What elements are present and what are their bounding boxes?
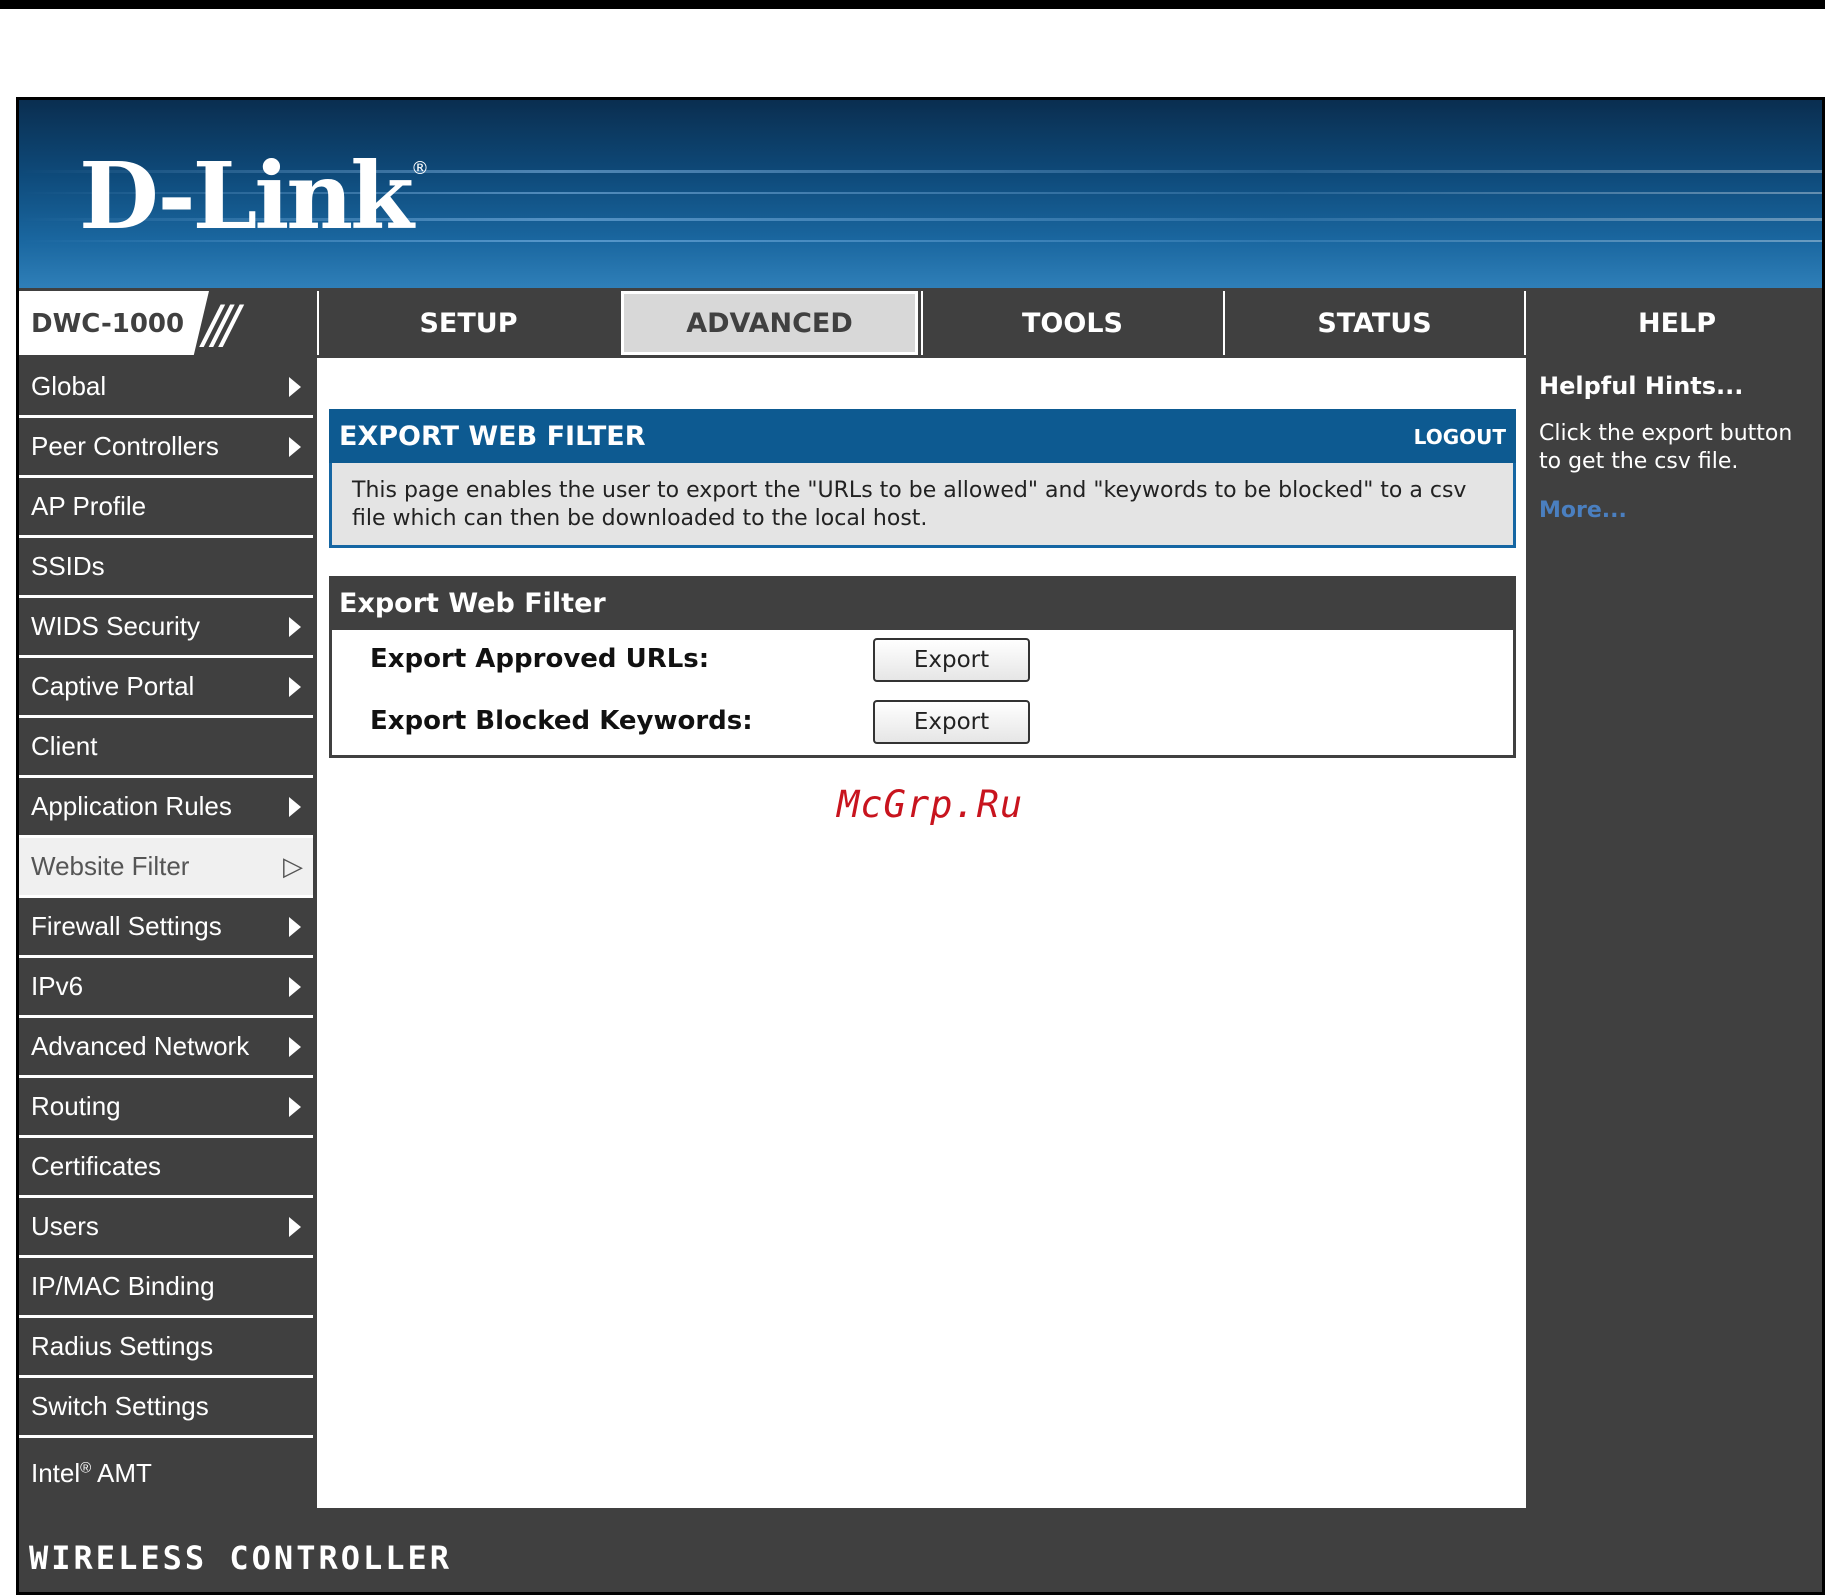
sidebar-item-label: IP/MAC Binding xyxy=(31,1271,215,1301)
sidebar-item-captive-portal[interactable]: Captive Portal xyxy=(19,658,313,715)
sidebar-item-peer-controllers[interactable]: Peer Controllers xyxy=(19,418,313,475)
arrow-right-icon xyxy=(289,976,301,997)
model-badge: DWC-1000 /// xyxy=(19,291,317,355)
sidebar-item-label: Captive Portal xyxy=(31,671,195,701)
top-border xyxy=(0,0,1825,9)
footer-brand-text: WIRELESS CONTROLLER xyxy=(29,1539,453,1577)
footer: WIRELESS CONTROLLER xyxy=(19,1514,1822,1592)
tab-help[interactable]: HELP xyxy=(1524,291,1822,355)
sidebar-item-label: Application Rules xyxy=(31,791,232,821)
arrow-right-icon xyxy=(289,676,301,697)
arrow-right-icon xyxy=(289,1036,301,1057)
arrow-right-icon xyxy=(289,376,301,397)
model-label: DWC-1000 xyxy=(31,309,185,339)
header-banner: D-Link® xyxy=(19,100,1822,288)
sidebar-item-label: IPv6 xyxy=(31,971,84,1001)
help-more-link[interactable]: More... xyxy=(1539,498,1627,523)
page-description: This page enables the user to export the… xyxy=(329,463,1516,548)
sidebar-item-label: Website Filter xyxy=(31,851,190,881)
tab-status[interactable]: STATUS xyxy=(1223,291,1524,355)
sidebar-item-radius-settings[interactable]: Radius Settings xyxy=(19,1318,313,1375)
sidebar-item-advanced-network[interactable]: Advanced Network xyxy=(19,1018,313,1075)
sidebar-item-label: Switch Settings xyxy=(31,1391,209,1421)
sidebar-item-users[interactable]: Users xyxy=(19,1198,313,1255)
arrow-right-icon xyxy=(289,1096,301,1117)
arrow-right-icon xyxy=(289,796,301,817)
sidebar-item-label: Certificates xyxy=(31,1151,162,1181)
sidebar-item-ap-profile[interactable]: AP Profile xyxy=(19,478,313,535)
panel-title: EXPORT WEB FILTER LOGOUT xyxy=(329,409,1516,463)
export-approved-urls-button[interactable]: Export xyxy=(873,638,1030,682)
arrow-right-outline-icon: ▷ xyxy=(283,850,303,881)
sidebar-item-ip-mac-binding[interactable]: IP/MAC Binding xyxy=(19,1258,313,1315)
arrow-right-icon xyxy=(289,616,301,637)
router-admin-window: D-Link® DWC-1000 /// SETUP ADVANCED TOOL… xyxy=(16,97,1825,1595)
sidebar-item-label: Peer Controllers xyxy=(31,431,219,461)
help-title: Helpful Hints... xyxy=(1539,372,1744,400)
sidebar-item-label: Advanced Network xyxy=(31,1031,250,1061)
sidebar-item-switch-settings[interactable]: Switch Settings xyxy=(19,1378,313,1435)
sidebar-item-routing[interactable]: Routing xyxy=(19,1078,313,1135)
export-blocked-keywords-label: Export Blocked Keywords: xyxy=(370,706,753,736)
tab-setup[interactable]: SETUP xyxy=(317,291,618,355)
sidebar-item-ipv6[interactable]: IPv6 xyxy=(19,958,313,1015)
top-navigation: DWC-1000 /// SETUP ADVANCED TOOLS STATUS… xyxy=(19,291,1822,355)
tab-tools[interactable]: TOOLS xyxy=(921,291,1222,355)
dlink-logo: D-Link® xyxy=(79,142,429,250)
sidebar-item-wids-security[interactable]: WIDS Security xyxy=(19,598,313,655)
arrow-right-icon xyxy=(289,916,301,937)
sidebar-item-label: Global xyxy=(31,371,107,401)
section-title: Export Web Filter xyxy=(329,576,1516,630)
sidebar-item-certificates[interactable]: Certificates xyxy=(19,1138,313,1195)
export-approved-urls-label: Export Approved URLs: xyxy=(370,644,710,674)
sidebar-item-label: SSIDs xyxy=(31,551,105,581)
sidebar-item-label: AP Profile xyxy=(31,491,147,521)
sidebar-item-label: Users xyxy=(31,1211,99,1241)
sidebar-item-label: Radius Settings xyxy=(31,1331,214,1361)
main-content: EXPORT WEB FILTER LOGOUT This page enabl… xyxy=(317,358,1526,1508)
model-slashes: /// xyxy=(203,295,239,355)
sidebar-item-website-filter[interactable]: Website Filter ▷ xyxy=(19,838,313,895)
sidebar-item-global[interactable]: Global xyxy=(19,358,313,415)
export-blocked-keywords-button[interactable]: Export xyxy=(873,700,1030,744)
help-text: Click the export button to get the csv f… xyxy=(1539,421,1793,474)
export-section: Export Approved URLs: Export Export Bloc… xyxy=(329,630,1516,758)
tab-advanced[interactable]: ADVANCED xyxy=(621,291,918,355)
sidebar-item-firewall-settings[interactable]: Firewall Settings xyxy=(19,898,313,955)
sidebar-item-label: Routing xyxy=(31,1091,121,1121)
sidebar-item-application-rules[interactable]: Application Rules xyxy=(19,778,313,835)
arrow-right-icon xyxy=(289,1216,301,1237)
sidebar-item-label: Firewall Settings xyxy=(31,911,222,941)
sidebar-item-label: Client xyxy=(31,731,98,761)
sidebar-item-ssids[interactable]: SSIDs xyxy=(19,538,313,595)
arrow-right-icon xyxy=(289,436,301,457)
sidebar-item-label: WIDS Security xyxy=(31,611,201,641)
watermark: McGrp.Ru xyxy=(837,783,1024,826)
logout-link[interactable]: LOGOUT xyxy=(1414,425,1506,449)
sidebar: Global Peer Controllers AP Profile SSIDs… xyxy=(19,358,313,1508)
sidebar-item-intel-amt[interactable]: Intel® AMT xyxy=(19,1438,313,1508)
help-panel: Helpful Hints... Click the export button… xyxy=(1529,358,1822,1508)
sidebar-item-client[interactable]: Client xyxy=(19,718,313,775)
page-title: EXPORT WEB FILTER xyxy=(339,420,646,452)
sidebar-item-label: Intel® AMT xyxy=(31,1457,152,1488)
